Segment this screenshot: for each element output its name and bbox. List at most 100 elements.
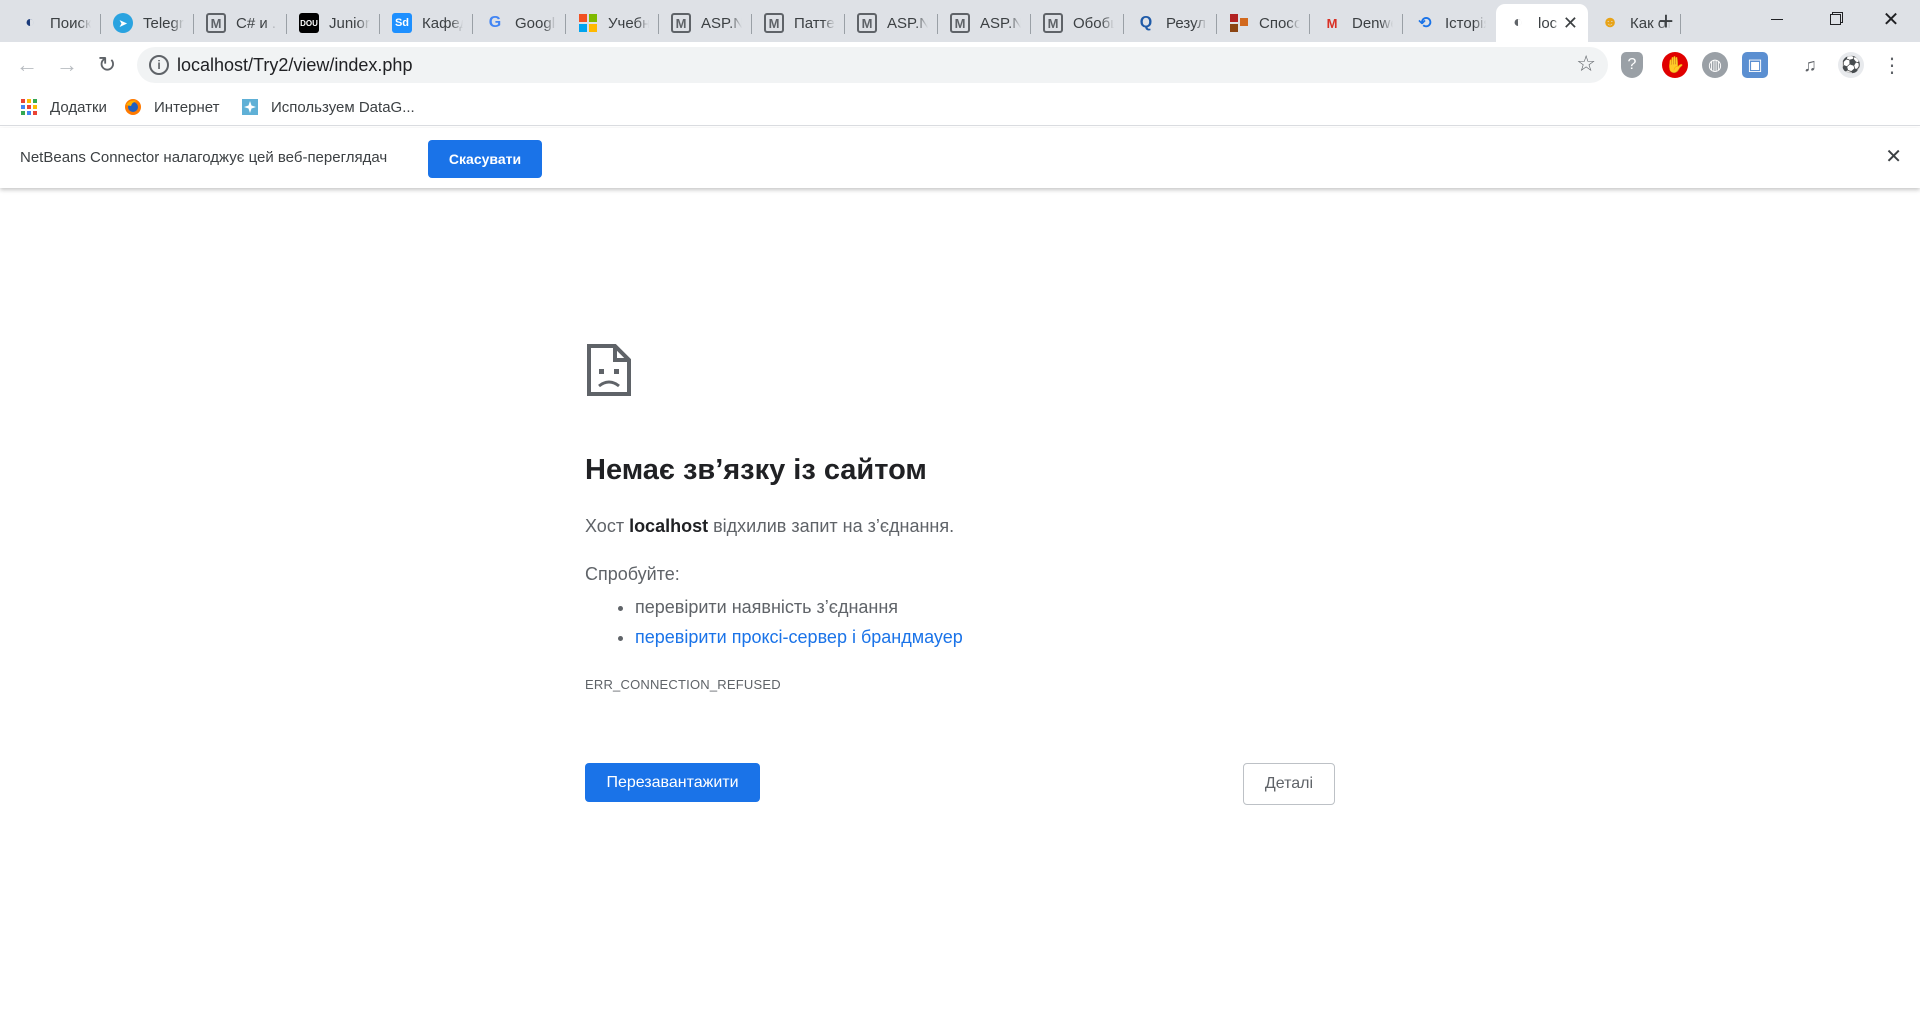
history-icon: ⟲ — [1418, 15, 1432, 32]
forward-button[interactable]: → — [51, 49, 83, 81]
tab-item[interactable]: Q Результ — [1124, 4, 1217, 42]
tab-item[interactable]: ⟲ Історія — [1403, 4, 1496, 42]
tab-item[interactable]: ➤ Telegram — [101, 4, 194, 42]
reload-toolbar-button[interactable]: ↻ — [91, 49, 123, 81]
toolbar: ← → ↻ i localhost/Try2/view/index.php ☆ … — [0, 42, 1920, 88]
new-tab-button[interactable]: + — [1650, 6, 1682, 38]
google-translate-icon: G — [488, 14, 502, 31]
tab-label: ASP.NET — [887, 14, 928, 32]
sad-page-icon — [585, 342, 633, 398]
tab-item[interactable]: G Google — [473, 4, 566, 42]
info-icon[interactable]: i — [149, 55, 169, 75]
q-icon: Q — [1139, 14, 1153, 31]
tab-list: ◐ Поиск ➤ Telegram M C# и .N DOU Junior Sd Кафедр… — [8, 4, 1681, 42]
tab-label: Google — [515, 14, 556, 32]
telegram-icon: ➤ — [113, 13, 133, 33]
suggestion-check-proxy: перевірити проксі-сервер і брандмауер — [635, 622, 963, 652]
metanit-icon: M — [950, 13, 970, 33]
error-title: Немає зв’язку із сайтом — [585, 454, 927, 486]
tab-item[interactable]: M C# и .N — [194, 4, 287, 42]
tab-label: Результ — [1166, 14, 1207, 32]
blocks-icon — [1229, 13, 1249, 33]
profile-avatar-icon[interactable]: ⚽ — [1838, 52, 1864, 78]
suggestion-check-connection: перевірити наявність з’єднання — [635, 592, 963, 622]
tab-item[interactable]: M ASP.NET — [938, 4, 1031, 42]
gmail-icon: M — [1326, 15, 1338, 31]
tab-item[interactable]: Sd Кафедра — [380, 4, 473, 42]
tab-label: ASP.NET — [701, 14, 742, 32]
proxy-firewall-link[interactable]: перевірити проксі-сервер і брандмауер — [635, 627, 963, 647]
suggestion-text: перевірити наявність з’єднання — [635, 597, 899, 617]
shield-extension-icon[interactable]: ? — [1621, 52, 1643, 78]
error-desc-prefix: Хост — [585, 516, 630, 536]
globe-icon: ◐ — [1513, 14, 1523, 31]
tab-label: ASP.NET — [980, 14, 1021, 32]
tab-label: C# и .N — [236, 14, 277, 32]
apps-grid-icon — [20, 98, 38, 116]
tab-label: Способ — [1259, 14, 1300, 32]
minimize-icon — [1771, 18, 1783, 20]
details-button[interactable]: Деталі — [1243, 763, 1335, 805]
restore-button[interactable] — [1806, 0, 1864, 38]
close-window-button[interactable]: ✕ — [1862, 0, 1920, 38]
metanit-icon: M — [857, 13, 877, 33]
tab-item[interactable]: M ASP.NET — [659, 4, 752, 42]
bookmark-apps[interactable]: Додатки — [20, 96, 107, 118]
tab-item[interactable]: DOU Junior — [287, 4, 380, 42]
tab-label: Обобщ — [1073, 14, 1114, 32]
address-url[interactable]: localhost/Try2/view/index.php — [177, 55, 412, 76]
cancel-debug-button[interactable]: Скасувати — [428, 140, 542, 178]
back-button[interactable]: ← — [11, 49, 43, 81]
reload-button[interactable]: Перезавантажити — [585, 763, 760, 802]
close-infobar-icon[interactable]: ✕ — [1885, 144, 1902, 169]
bookmarks-bar: Додатки Интернет Используем DataG... — [0, 88, 1920, 126]
tab-item[interactable]: Способ — [1217, 4, 1310, 42]
metanit-icon: M — [764, 13, 784, 33]
error-desc-suffix: відхилив запит на з’єднання. — [708, 516, 955, 536]
arrow-right-icon: → — [56, 52, 78, 77]
infobar-message: NetBeans Connector налагоджує цей веб-пе… — [20, 149, 388, 166]
firefox-icon — [124, 98, 142, 116]
tab-item[interactable]: Учебник — [566, 4, 659, 42]
media-control-icon[interactable]: ♫ — [1797, 52, 1823, 78]
metanit-icon: M — [1043, 13, 1063, 33]
globe-icon: ◐ — [25, 14, 35, 31]
dou-icon: DOU — [299, 13, 319, 33]
adblock-extension-icon[interactable]: ✋ — [1662, 52, 1688, 78]
error-description: Хост localhost відхилив запит на з’єднан… — [585, 516, 954, 537]
try-label: Спробуйте: — [585, 564, 680, 584]
tab-label: Учебник — [608, 14, 649, 32]
microsoft-icon — [578, 13, 598, 33]
reload-icon: ↻ — [97, 52, 117, 77]
minimize-button[interactable] — [1748, 0, 1806, 38]
tab-label: Історія — [1445, 14, 1486, 32]
cube-extension-icon[interactable]: ▣ — [1742, 52, 1768, 78]
tab-active[interactable]: ◐ loc ✕ — [1496, 4, 1588, 42]
bookmark-internet[interactable]: Интернет — [124, 96, 219, 118]
close-tab-icon[interactable]: ✕ — [1563, 13, 1578, 34]
metanit-icon: M — [671, 13, 691, 33]
menu-kebab-icon[interactable]: ⋮ — [1879, 52, 1905, 78]
bookmark-datagrip[interactable]: Используем DataG... — [241, 96, 415, 118]
tab-label: Кафедра — [422, 14, 463, 32]
arrow-left-icon: ← — [16, 52, 38, 77]
debug-infobar: NetBeans Connector налагоджує цей веб-пе… — [0, 128, 1920, 188]
tab-item[interactable]: M Обобщ — [1031, 4, 1124, 42]
error-host: localhost — [629, 516, 709, 536]
error-code: ERR_CONNECTION_REFUSED — [585, 677, 781, 692]
vpn-globe-extension-icon[interactable]: ◍ — [1702, 52, 1728, 78]
datagrip-icon — [241, 98, 259, 116]
tab-item[interactable]: ◐ Поиск — [8, 4, 101, 42]
tab-label: Telegram — [143, 14, 184, 32]
star-icon[interactable]: ☆ — [1576, 51, 1596, 77]
address-bar[interactable]: i localhost/Try2/view/index.php ☆ — [137, 47, 1608, 83]
tab-item[interactable]: M ASP.NET — [845, 4, 938, 42]
tab-label: Denwer — [1352, 14, 1393, 32]
restore-icon — [1829, 13, 1841, 25]
close-icon: ✕ — [1882, 8, 1900, 31]
bookmark-label: Используем DataG... — [271, 98, 415, 116]
tab-item[interactable]: M Denwer — [1310, 4, 1403, 42]
tab-label: Паттерн — [794, 14, 835, 32]
tab-strip: ◐ Поиск ➤ Telegram M C# и .N DOU Junior Sd Кафедр… — [0, 0, 1920, 42]
tab-item[interactable]: M Паттерн — [752, 4, 845, 42]
